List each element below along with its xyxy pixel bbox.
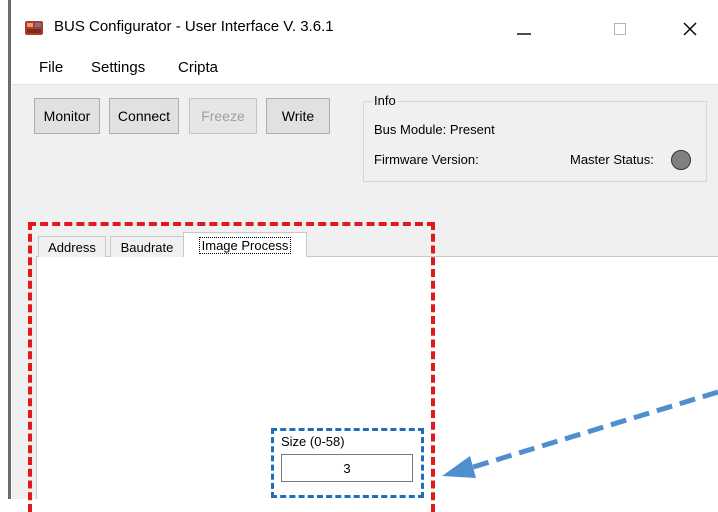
minimize-button[interactable] (502, 14, 546, 44)
close-button[interactable] (668, 14, 712, 44)
firmware-version: Firmware Version: (374, 152, 479, 167)
info-legend: Info (372, 93, 398, 108)
bus-module-status: Bus Module: Present (374, 122, 495, 137)
menu-settings[interactable]: Settings (88, 58, 148, 77)
window-title: BUS Configurator - User Interface V. 3.6… (54, 18, 334, 35)
menu-cripta[interactable]: Cripta (175, 58, 221, 77)
maximize-button[interactable] (598, 14, 642, 44)
app-icon (25, 21, 43, 35)
master-status-label: Master Status: (570, 152, 654, 167)
maximize-icon (614, 23, 626, 35)
freeze-button[interactable]: Freeze (189, 98, 257, 134)
size-label: Size (0-58) (281, 434, 345, 449)
monitor-button[interactable]: Monitor (34, 98, 100, 134)
write-button[interactable]: Write (266, 98, 330, 134)
background-window-edge (0, 0, 12, 499)
size-input[interactable] (281, 454, 413, 482)
close-icon (683, 22, 697, 36)
minimize-icon (517, 33, 531, 35)
menu-file[interactable]: File (36, 58, 66, 77)
connect-button[interactable]: Connect (109, 98, 179, 134)
info-groupbox (363, 101, 707, 182)
annotation-arrow-icon (442, 389, 718, 478)
status-led-icon (671, 150, 691, 170)
